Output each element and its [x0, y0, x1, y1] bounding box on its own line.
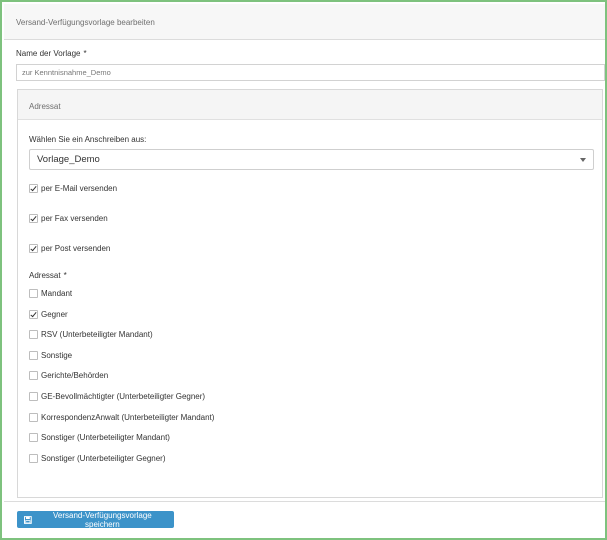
adressat-panel: Adressat Wählen Sie ein Anschreiben aus:… [17, 89, 603, 498]
letter-template-selected: Vorlage_Demo [37, 154, 100, 165]
save-template-button[interactable]: Versand-Verfügungsvorlage speichern [17, 510, 174, 529]
template-name-label: Name der Vorlage * [16, 49, 87, 58]
adressat-panel-title: Adressat [29, 102, 61, 111]
dialog-title: Versand-Verfügungsvorlage bearbeiten [16, 18, 155, 27]
checkbox-icon[interactable] [29, 412, 38, 422]
dialog-header: Versand-Verfügungsvorlage bearbeiten [4, 4, 605, 40]
send-option-checkbox[interactable]: per E-Mail versenden [29, 182, 117, 194]
recipient-checkbox[interactable]: Sonstiger (Unterbeteiligter Mandant) [29, 431, 170, 443]
checkbox-label: Sonstiger (Unterbeteiligter Mandant) [41, 432, 170, 442]
letter-select-label: Wählen Sie ein Anschreiben aus: [29, 135, 147, 144]
checkbox-label: per E-Mail versenden [41, 183, 118, 193]
checkbox-label: Gerichte/Behörden [41, 370, 109, 380]
recipient-checkbox[interactable]: Sonstiger (Unterbeteiligter Gegner) [29, 452, 166, 464]
recipient-checkbox[interactable]: KorrespondenzAnwalt (Unterbeteiligter Ma… [29, 411, 214, 423]
checkbox-label: Gegner [41, 309, 68, 319]
checkbox-checked-icon[interactable] [29, 309, 38, 319]
recipient-checkbox[interactable]: Gegner [29, 308, 68, 320]
checkbox-icon[interactable] [29, 288, 38, 298]
recipient-checkbox[interactable]: Sonstige [29, 349, 72, 361]
required-marker: * [83, 49, 87, 58]
save-template-label: Versand-Verfügungsvorlage speichern [53, 510, 152, 529]
recipient-checkbox[interactable]: GE-Bevollmächtigter (Unterbeteiligter Ge… [29, 390, 205, 402]
required-marker: * [63, 271, 67, 280]
adressat-panel-header: Adressat [18, 90, 602, 120]
recipient-checkbox[interactable]: RSV (Unterbeteiligter Mandant) [29, 328, 153, 340]
checkbox-icon[interactable] [29, 350, 38, 360]
checkbox-label: GE-Bevollmächtigter (Unterbeteiligter Ge… [41, 391, 206, 401]
checkbox-label: RSV (Unterbeteiligter Mandant) [41, 329, 153, 339]
checkbox-checked-icon[interactable] [29, 213, 38, 223]
checkbox-label: Mandant [41, 288, 73, 298]
template-name-input[interactable] [16, 64, 605, 81]
send-option-checkbox[interactable]: per Fax versenden [29, 212, 108, 224]
checkbox-icon[interactable] [29, 391, 38, 401]
floppy-disk-icon [24, 515, 32, 524]
checkbox-checked-icon[interactable] [29, 243, 38, 253]
checkbox-checked-icon[interactable] [29, 183, 38, 193]
recipient-checkbox[interactable]: Gerichte/Behörden [29, 369, 108, 381]
checkbox-label: KorrespondenzAnwalt (Unterbeteiligter Ma… [41, 412, 215, 422]
checkbox-icon[interactable] [29, 370, 38, 380]
checkbox-label: per Post versenden [41, 243, 111, 253]
send-option-checkbox[interactable]: per Post versenden [29, 242, 110, 254]
checkbox-label: Sonstige [41, 350, 73, 360]
checkbox-label: Sonstiger (Unterbeteiligter Gegner) [41, 453, 166, 463]
letter-template-select[interactable]: Vorlage_Demo [29, 149, 594, 170]
checkbox-label: per Fax versenden [41, 213, 108, 223]
recipient-checkbox[interactable]: Mandant [29, 287, 72, 299]
chevron-down-icon [580, 158, 586, 162]
checkbox-icon[interactable] [29, 329, 38, 339]
checkbox-icon[interactable] [29, 432, 38, 442]
checkbox-icon[interactable] [29, 453, 38, 463]
dialog-frame: Versand-Verfügungsvorlage bearbeiten Nam… [0, 0, 607, 540]
adressat-label: Adressat * [29, 271, 67, 280]
footer-divider [4, 501, 605, 502]
